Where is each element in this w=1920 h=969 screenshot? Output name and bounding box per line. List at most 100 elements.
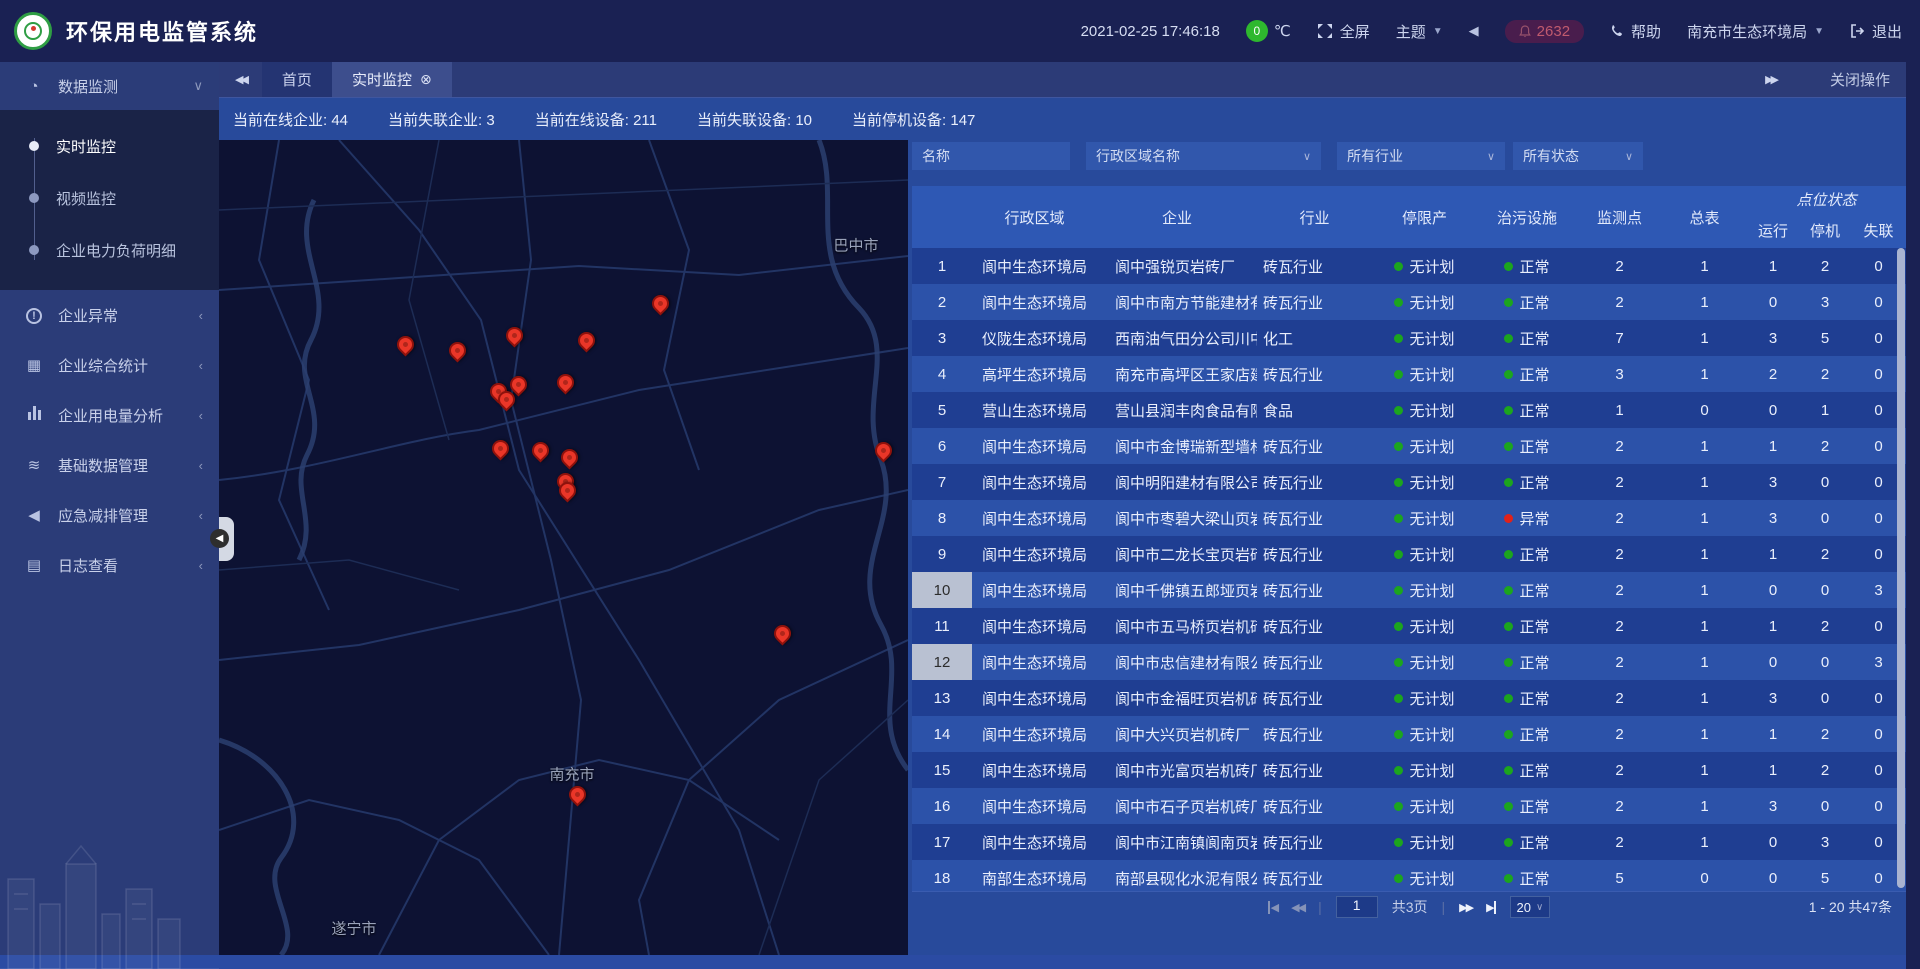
sidebar-item[interactable]: ◔数据监测∨	[0, 62, 219, 110]
table-scrollbar[interactable]	[1897, 248, 1905, 888]
limit-status-label: 无计划	[1409, 796, 1454, 817]
sidebar-item[interactable]: ≋基础数据管理‹	[0, 440, 219, 490]
region-cell: 阆中生态环境局	[972, 284, 1097, 320]
prev-page-button[interactable]: ◀◀	[1291, 901, 1304, 914]
page-size-select[interactable]: 20∨	[1510, 896, 1551, 918]
table-row[interactable]: 18南部生态环境局南部县砚化水泥有限公砖瓦行业无计划正常50050	[912, 860, 1906, 891]
sidebar-collapse-toggle[interactable]: ◀	[219, 517, 234, 561]
tabs-scroll-left-button[interactable]: ◀◀	[219, 62, 262, 97]
table-row[interactable]: 15阆中生态环境局阆中市光富页岩机砖厂砖瓦行业无计划正常21120	[912, 752, 1906, 788]
region-cell: 仪陇生态环境局	[972, 320, 1097, 356]
table-row[interactable]: 10阆中生态环境局阆中千佛镇五郎垭页岩砖瓦行业无计划正常21003	[912, 572, 1906, 608]
row-number-cell: 12	[912, 644, 972, 680]
industry-cell: 砖瓦行业	[1257, 356, 1372, 392]
industry-filter-select[interactable]: 所有行业∨	[1337, 142, 1505, 170]
status-dot-icon	[1504, 478, 1513, 487]
cityscape-decoration	[0, 819, 219, 969]
status-dot-icon	[1504, 622, 1513, 631]
last-page-button[interactable]: ▶	[1486, 901, 1495, 914]
table-row[interactable]: 1阆中生态环境局阆中强锐页岩砖厂砖瓦行业无计划正常21120	[912, 248, 1906, 284]
facility-status-cell: 正常	[1477, 608, 1577, 644]
temperature-unit: ℃	[1274, 22, 1291, 40]
logout-button[interactable]: 退出	[1850, 21, 1902, 42]
tab-item[interactable]: 首页	[262, 62, 332, 97]
running-cell: 1	[1747, 428, 1799, 464]
region-filter-select[interactable]: 行政区域名称∨	[1086, 142, 1321, 170]
region-cell: 阆中生态环境局	[972, 680, 1097, 716]
theme-dropdown[interactable]: 主题▼	[1396, 21, 1443, 42]
top-header: 环保用电监管系统 2021-02-25 17:46:18 0 ℃ 全屏 主题▼ …	[0, 0, 1920, 62]
facility-status-cell: 正常	[1477, 356, 1577, 392]
table-row[interactable]: 2阆中生态环境局阆中市南方节能建材有砖瓦行业无计划正常21030	[912, 284, 1906, 320]
sidebar-item[interactable]: ▤日志查看‹	[0, 540, 219, 590]
sidebar-subitem[interactable]: 实时监控	[0, 120, 219, 172]
close-operations-button[interactable]: 关闭操作	[1830, 69, 1890, 90]
region-cell: 阆中生态环境局	[972, 248, 1097, 284]
board-icon: ▦	[24, 356, 44, 374]
name-filter-input[interactable]: 名称	[912, 142, 1070, 170]
industry-cell: 砖瓦行业	[1257, 860, 1372, 891]
tab-active[interactable]: 实时监控⊗	[332, 62, 452, 97]
status-dot-icon	[1394, 802, 1403, 811]
notification-badge[interactable]: 2632	[1505, 20, 1584, 43]
table-row[interactable]: 5营山生态环境局营山县润丰肉食品有限食品无计划正常10010	[912, 392, 1906, 428]
sound-toggle[interactable]: ◀	[1469, 23, 1479, 39]
table-row[interactable]: 8阆中生态环境局阆中市枣碧大梁山页岩砖瓦行业无计划异常21300	[912, 500, 1906, 536]
table-row[interactable]: 16阆中生态环境局阆中市石子页岩机砖厂砖瓦行业无计划正常21300	[912, 788, 1906, 824]
right-edge-strip	[1906, 62, 1920, 969]
table-row[interactable]: 9阆中生态环境局阆中市二龙长宝页岩砖砖瓦行业无计划正常21120	[912, 536, 1906, 572]
status-dot-icon	[1504, 442, 1513, 451]
running-cell: 1	[1747, 536, 1799, 572]
bullet-icon	[29, 141, 39, 151]
table-row[interactable]: 7阆中生态环境局阆中明阳建材有限公司砖瓦行业无计划正常21300	[912, 464, 1906, 500]
stat-label: 当前失联设备:	[697, 112, 795, 129]
status-dot-icon	[1394, 478, 1403, 487]
map-panel[interactable]: 巴中市南充市遂宁市	[219, 140, 908, 955]
industry-cell: 砖瓦行业	[1257, 428, 1372, 464]
sidebar-subitem[interactable]: 视频监控	[0, 172, 219, 224]
status-dot-icon	[1504, 514, 1513, 523]
total-meter-cell: 1	[1662, 500, 1747, 536]
chevron-down-icon: ∨	[1625, 150, 1633, 163]
row-number-cell: 16	[912, 788, 972, 824]
table-row[interactable]: 13阆中生态环境局阆中市金福旺页岩机砖砖瓦行业无计划正常21300	[912, 680, 1906, 716]
sidebar-submenu: 实时监控视频监控企业电力负荷明细	[0, 110, 219, 290]
region-cell: 南部生态环境局	[972, 860, 1097, 891]
fullscreen-button[interactable]: 全屏	[1317, 21, 1370, 42]
sidebar-subitem[interactable]: 企业电力负荷明细	[0, 224, 219, 276]
sidebar-item[interactable]: ◀应急减排管理‹	[0, 490, 219, 540]
region-cell: 高坪生态环境局	[972, 356, 1097, 392]
stopped-cell: 2	[1799, 716, 1851, 752]
sidebar-item[interactable]: !企业异常‹	[0, 290, 219, 340]
org-dropdown[interactable]: 南充市生态环境局▼	[1687, 21, 1824, 42]
help-button[interactable]: 帮助	[1610, 21, 1661, 42]
page-number-input[interactable]: 1	[1336, 896, 1378, 918]
stopped-cell: 0	[1799, 644, 1851, 680]
sidebar-item[interactable]: 企业用电量分析‹	[0, 390, 219, 440]
table-row[interactable]: 11阆中生态环境局阆中市五马桥页岩机砖砖瓦行业无计划正常21120	[912, 608, 1906, 644]
next-page-button[interactable]: ▶▶	[1459, 901, 1472, 914]
table-row[interactable]: 3仪陇生态环境局西南油气田分公司川中化工无计划正常71350	[912, 320, 1906, 356]
chevron-down-icon: ∨	[1487, 150, 1495, 163]
industry-cell: 砖瓦行业	[1257, 716, 1372, 752]
status-filter-select[interactable]: 所有状态∨	[1513, 142, 1643, 170]
row-number-cell: 3	[912, 320, 972, 356]
table-row[interactable]: 12阆中生态环境局阆中市忠信建材有限公砖瓦行业无计划正常21003	[912, 644, 1906, 680]
facility-status-label: 正常	[1519, 796, 1549, 817]
table-row[interactable]: 6阆中生态环境局阆中市金博瑞新型墙材砖瓦行业无计划正常21120	[912, 428, 1906, 464]
close-icon[interactable]: ⊗	[420, 71, 432, 88]
running-cell: 1	[1747, 752, 1799, 788]
first-page-button[interactable]: ◀	[1268, 901, 1277, 914]
row-number-cell: 4	[912, 356, 972, 392]
table-row[interactable]: 4高坪生态环境局南充市高坪区王家店建砖瓦行业无计划正常31220	[912, 356, 1906, 392]
running-cell: 0	[1747, 392, 1799, 428]
industry-cell: 砖瓦行业	[1257, 536, 1372, 572]
sidebar-item[interactable]: ▦企业综合统计‹	[0, 340, 219, 390]
city-label: 巴中市	[833, 235, 878, 256]
table-row[interactable]: 14阆中生态环境局阆中大兴页岩机砖厂砖瓦行业无计划正常21120	[912, 716, 1906, 752]
limit-status-cell: 无计划	[1372, 536, 1477, 572]
table-row[interactable]: 17阆中生态环境局阆中市江南镇阆南页岩砖瓦行业无计划正常21030	[912, 824, 1906, 860]
limit-status-label: 无计划	[1409, 544, 1454, 565]
sidebar-item-label: 日志查看	[58, 555, 118, 576]
tabs-scroll-right-button[interactable]: ▶▶	[1749, 73, 1792, 86]
